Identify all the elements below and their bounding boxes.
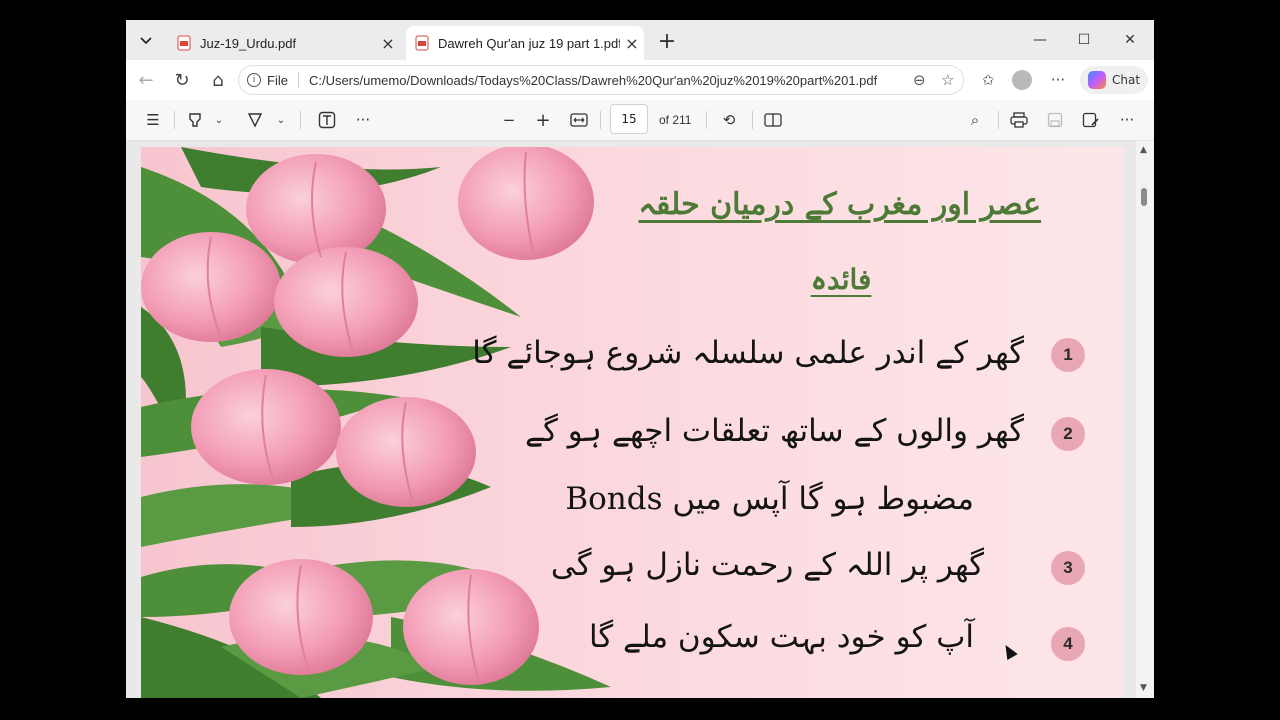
- address-bar-row: ← ↻ ⌂ i File C:/Users/umemo/Downloads/To…: [126, 60, 1154, 100]
- draw-options-chevron-icon[interactable]: ⌄: [274, 108, 288, 132]
- close-tab-icon[interactable]: ×: [620, 34, 644, 53]
- minimize-button[interactable]: —: [1020, 28, 1060, 52]
- back-button[interactable]: ←: [132, 68, 160, 92]
- info-icon[interactable]: i: [247, 73, 261, 87]
- pdf-toolbar: ☰ ⌄ ⌄ ··· − + 15 of 211 ⟲ ⌕ ···: [126, 100, 1154, 141]
- benefit-item-1-text: گھر کے اندر علمی سلسلہ شروع ہوجائے گا: [472, 335, 1024, 371]
- close-window-button[interactable]: ✕: [1110, 28, 1150, 52]
- avatar: [1012, 70, 1032, 90]
- print-icon[interactable]: [1006, 108, 1032, 132]
- settings-more-button[interactable]: ···: [1044, 68, 1072, 92]
- tab-title: Juz-19_Urdu.pdf: [200, 35, 297, 51]
- pdf-file-icon: [177, 35, 191, 51]
- pdf-file-icon: [415, 35, 429, 51]
- fit-to-width-icon[interactable]: [566, 108, 592, 132]
- benefit-item-2-badge: 2: [1051, 417, 1085, 451]
- pdf-page: عصر اور مغرب کے درمیان حلقہ فائدہ گھر کے…: [141, 147, 1124, 698]
- chat-label: Chat: [1112, 73, 1141, 87]
- benefit-item-1-badge: 1: [1051, 338, 1085, 372]
- close-tab-icon[interactable]: ×: [376, 34, 400, 53]
- draw-icon[interactable]: [242, 108, 268, 132]
- fit-width-icon: [570, 113, 588, 127]
- benefit-item-2-continuation: مضبوط ہو گا آپس میں Bonds: [565, 481, 974, 517]
- maximize-button[interactable]: ☐: [1064, 28, 1104, 52]
- more-tools-icon[interactable]: ···: [350, 108, 376, 132]
- contents-list-icon[interactable]: ☰: [140, 108, 166, 132]
- save-as-icon[interactable]: [1078, 108, 1104, 132]
- tab-dawreh-quran[interactable]: Dawreh Qur'an juz 19 part 1.pdf ×: [406, 26, 644, 60]
- browser-window: Juz-19_Urdu.pdf × Dawreh Qur'an juz 19 p…: [126, 20, 1154, 698]
- scroll-up-arrow-icon[interactable]: ▲: [1140, 145, 1147, 155]
- rotate-icon[interactable]: ⟲: [716, 108, 742, 132]
- benefit-item-4-text: آپ کو خود بہت سکون ملے گا: [588, 619, 974, 655]
- slide-heading: عصر اور مغرب کے درمیان حلقہ: [638, 187, 1041, 222]
- new-tab-button[interactable]: +: [654, 28, 680, 54]
- url-text[interactable]: C:/Users/umemo/Downloads/Todays%20Class/…: [309, 73, 877, 88]
- divider: [174, 111, 175, 129]
- tab-title: Dawreh Qur'an juz 19 part 1.pdf: [438, 35, 620, 51]
- text-box-icon: [318, 111, 336, 129]
- zoom-icon[interactable]: ⊖: [913, 71, 926, 89]
- chevron-down-icon: [140, 37, 152, 45]
- highlight-icon[interactable]: [182, 108, 208, 132]
- divider: [300, 111, 301, 129]
- benefit-item-3-badge: 3: [1051, 551, 1085, 585]
- divider: [752, 111, 753, 129]
- scroll-down-arrow-icon[interactable]: ▼: [1140, 683, 1147, 693]
- book-view-icon: [764, 113, 782, 127]
- tab-actions-button[interactable]: [132, 28, 160, 54]
- slide-subheading: فائدہ: [810, 263, 872, 296]
- vertical-scrollbar[interactable]: ▲ ▼: [1136, 141, 1154, 698]
- pen-icon: [247, 113, 263, 128]
- home-button[interactable]: ⌂: [204, 68, 232, 92]
- page-number-input[interactable]: 15: [610, 104, 648, 134]
- highlighter-icon: [189, 113, 201, 127]
- tab-bar: Juz-19_Urdu.pdf × Dawreh Qur'an juz 19 p…: [126, 20, 1154, 60]
- divider: [998, 111, 999, 129]
- page-view-icon[interactable]: [760, 108, 786, 132]
- add-text-icon[interactable]: [314, 108, 340, 132]
- divider: [600, 111, 601, 129]
- mouse-cursor-icon: [1000, 641, 1018, 661]
- benefit-item-3-text: گھر پر اللہ کے رحمت نازل ہو گی: [550, 547, 984, 583]
- divider: [706, 111, 707, 129]
- tab-juz19-urdu[interactable]: Juz-19_Urdu.pdf ×: [168, 26, 400, 60]
- scrollbar-thumb[interactable]: [1141, 188, 1147, 206]
- favorite-star-icon[interactable]: ☆: [941, 71, 954, 89]
- copilot-chat-button[interactable]: Chat: [1080, 66, 1148, 94]
- page-total-label: of 211: [659, 113, 692, 127]
- save-as-pen-icon: [1082, 112, 1099, 128]
- floppy-disk-icon: [1047, 112, 1063, 128]
- benefit-item-2-text: گھر والوں کے ساتھ تعلقات اچھے ہو گے: [525, 413, 1024, 449]
- copilot-icon: [1088, 71, 1106, 89]
- zoom-out-button[interactable]: −: [496, 108, 522, 132]
- settings-and-more-icon[interactable]: ···: [1114, 108, 1140, 132]
- printer-icon: [1010, 112, 1028, 128]
- pdf-viewer[interactable]: عصر اور مغرب کے درمیان حلقہ فائدہ گھر کے…: [126, 141, 1154, 698]
- benefit-item-4-badge: 4: [1051, 627, 1085, 661]
- url-scheme-label: File: [267, 72, 288, 88]
- divider: [297, 72, 299, 88]
- refresh-button[interactable]: ↻: [168, 68, 196, 92]
- highlight-options-chevron-icon[interactable]: ⌄: [212, 108, 226, 132]
- profile-button[interactable]: [1008, 68, 1036, 92]
- save-icon[interactable]: [1042, 108, 1068, 132]
- favorites-icon[interactable]: ✩: [974, 68, 1002, 92]
- address-bar[interactable]: i File C:/Users/umemo/Downloads/Todays%2…: [238, 65, 964, 95]
- zoom-in-button[interactable]: +: [530, 108, 556, 132]
- search-icon[interactable]: ⌕: [962, 108, 988, 132]
